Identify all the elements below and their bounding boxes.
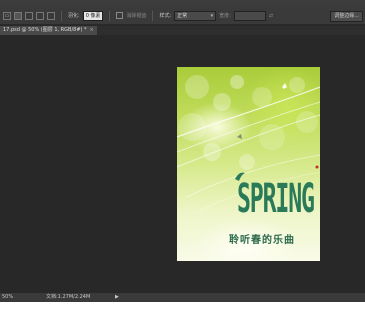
document-tab[interactable]: 17.psd @ 50% (图层 1, RGB/8#) * ×: [0, 26, 97, 35]
subtract-selection-icon[interactable]: [36, 11, 44, 20]
add-to-selection-icon[interactable]: [25, 11, 33, 20]
divider: [152, 10, 154, 21]
refine-edge-button[interactable]: 调整边缘...: [330, 11, 363, 22]
menu-bar: [0, 0, 365, 7]
bottom-edge: [0, 302, 365, 311]
tool-options-bar: ▭ 羽化: 0 像素 消除锯齿 样式: 正常 宽度: ⇄ 调整边缘...: [0, 7, 365, 25]
style-select[interactable]: 正常: [174, 10, 217, 21]
close-icon[interactable]: ×: [90, 27, 94, 33]
document-size: 文档:1.27M/2.24M: [46, 294, 91, 300]
antialias-checkbox[interactable]: [116, 12, 124, 19]
swap-icon[interactable]: ⇄: [269, 13, 273, 19]
document-canvas[interactable]: SPRING 聆听春的乐曲: [177, 67, 320, 261]
marquee-tool-icon[interactable]: ▭: [3, 11, 11, 20]
antialias-label: 消除锯齿: [126, 13, 147, 19]
subtitle-text: 聆听春的乐曲: [229, 235, 295, 246]
intersect-selection-icon[interactable]: [47, 11, 55, 20]
document-tab-bar: 17.psd @ 50% (图层 1, RGB/8#) * ×: [0, 26, 365, 35]
new-selection-icon[interactable]: [14, 11, 22, 20]
document-tab-title: 17.psd @ 50% (图层 1, RGB/8#) *: [3, 27, 87, 33]
divider: [61, 10, 62, 21]
width-input[interactable]: [233, 10, 266, 21]
width-label: 宽度:: [219, 13, 231, 19]
status-bar: 50% 文档:1.27M/2.24M ▶: [0, 293, 365, 302]
style-label: 样式:: [159, 13, 172, 19]
zoom-level[interactable]: 50%: [2, 293, 13, 302]
feather-label: 羽化:: [68, 13, 80, 19]
feather-input[interactable]: 0 像素: [82, 10, 104, 21]
divider: [109, 10, 111, 21]
status-menu-arrow-icon[interactable]: ▶: [115, 293, 119, 302]
headline-text: SPRING: [237, 176, 315, 222]
